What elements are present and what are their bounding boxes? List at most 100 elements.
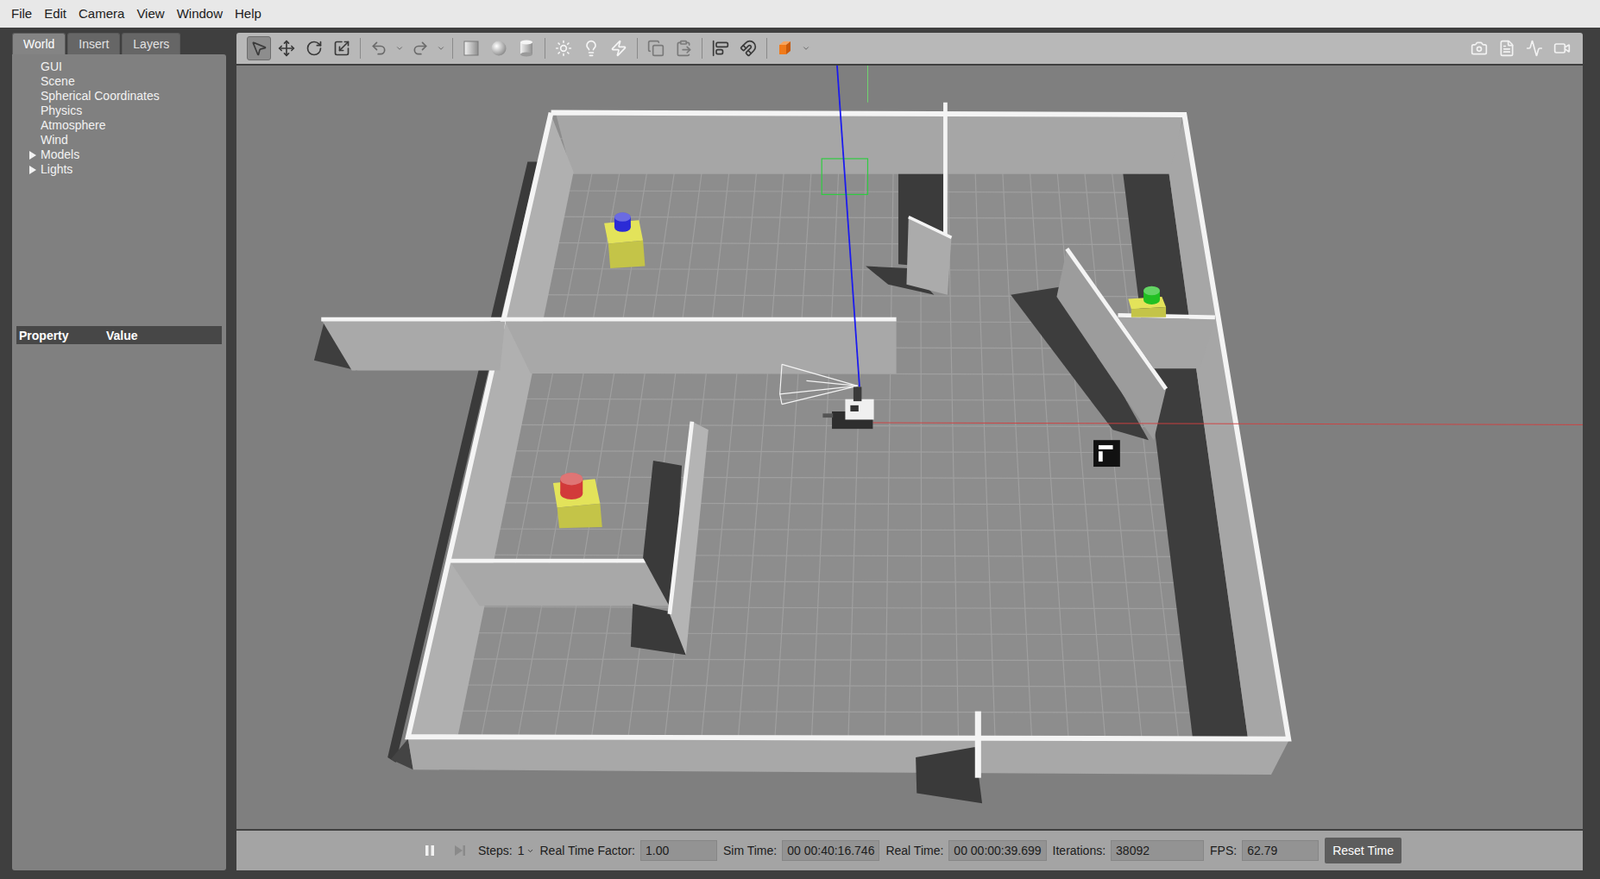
- spot-light-icon: [582, 39, 600, 57]
- snap-button[interactable]: [736, 36, 761, 61]
- menu-item[interactable]: Edit: [37, 0, 73, 27]
- plot-button[interactable]: [1522, 36, 1547, 61]
- reset-time-button[interactable]: Reset Time: [1324, 837, 1402, 864]
- status-label: FPS:: [1209, 844, 1237, 858]
- select-icon: [250, 39, 268, 57]
- status-value: 38092: [1110, 840, 1204, 862]
- cylinder-button[interactable]: [514, 36, 539, 61]
- scale-icon: [333, 39, 351, 57]
- tree-item[interactable]: Spherical Coordinates: [28, 88, 222, 104]
- point-light-button[interactable]: [551, 36, 576, 61]
- camera-icon: [1470, 39, 1488, 57]
- undo-icon: [370, 39, 388, 57]
- status-label: Real Time:: [885, 844, 944, 858]
- copy-button[interactable]: [643, 36, 668, 61]
- rotate-icon: [305, 39, 323, 57]
- status-value: 62.79: [1241, 840, 1319, 862]
- status-value: 00 00:00:39.699: [948, 840, 1046, 862]
- tree-item[interactable]: Wind: [28, 132, 222, 148]
- scene-view[interactable]: [236, 65, 1583, 830]
- aruco-marker[interactable]: [1093, 440, 1121, 467]
- walls[interactable]: [314, 102, 1289, 805]
- step-button[interactable]: [447, 838, 473, 863]
- screenshot-button[interactable]: [1467, 36, 1492, 61]
- align-icon: [711, 39, 730, 57]
- target-object[interactable]: [1127, 286, 1166, 318]
- robot[interactable]: [822, 387, 874, 430]
- cylinder-icon: [516, 38, 536, 58]
- tab-bar: WorldInsertLayers: [12, 32, 227, 55]
- view-angle-menu-button[interactable]: [800, 44, 812, 53]
- record-video-button[interactable]: [1549, 36, 1575, 61]
- tree-item[interactable]: Physics: [28, 103, 222, 119]
- tree-item[interactable]: Models: [28, 147, 222, 163]
- separator: [636, 37, 638, 59]
- scale-tool-button[interactable]: [329, 36, 354, 61]
- status-value: 1.00: [640, 840, 718, 862]
- expand-arrow-icon[interactable]: [29, 151, 37, 160]
- plot-icon: [1525, 39, 1544, 57]
- separator: [359, 37, 361, 59]
- gazebo-window: FileEditCameraViewWindowHelpWorldInsertL…: [0, 0, 1600, 879]
- spot-light-button[interactable]: [579, 36, 604, 61]
- directional-light-button[interactable]: [606, 36, 631, 61]
- menu-item[interactable]: Window: [170, 0, 229, 27]
- expand-arrow-icon[interactable]: [29, 165, 37, 175]
- box-icon: [461, 38, 481, 58]
- view-angle-button[interactable]: [773, 36, 798, 61]
- tab[interactable]: Layers: [121, 32, 181, 55]
- point-light-icon: [554, 39, 573, 57]
- translate-icon: [277, 39, 296, 57]
- side-panel: WorldInsertLayers GUISceneSpherical Coord…: [12, 32, 227, 871]
- menu-item[interactable]: Camera: [72, 0, 131, 27]
- status-label: Sim Time:: [723, 844, 777, 858]
- log-button[interactable]: [1494, 36, 1519, 61]
- menu-item[interactable]: File: [5, 0, 38, 27]
- tree-item[interactable]: GUI: [28, 59, 222, 75]
- rotate-tool-button[interactable]: [302, 36, 327, 61]
- separator: [452, 37, 454, 59]
- steps-spinner[interactable]: 1: [517, 844, 535, 858]
- status-label: Real Time Factor:: [540, 844, 636, 858]
- tree-item[interactable]: Atmosphere: [28, 118, 222, 133]
- tab[interactable]: Insert: [67, 32, 120, 55]
- view-angle-icon: [776, 39, 794, 57]
- step-icon: [453, 844, 467, 858]
- target-object[interactable]: [553, 472, 603, 529]
- target-object[interactable]: [604, 212, 645, 269]
- separator: [701, 37, 703, 59]
- align-button[interactable]: [708, 36, 733, 61]
- menu-bar: FileEditCameraViewWindowHelp: [0, 0, 1600, 28]
- menu-item[interactable]: View: [130, 0, 171, 27]
- redo-button[interactable]: [408, 36, 433, 61]
- tree-item[interactable]: Lights: [28, 162, 222, 177]
- camera-frustum: [780, 364, 858, 404]
- translate-tool-button[interactable]: [274, 36, 299, 61]
- world-tree: GUISceneSpherical CoordinatesPhysicsAtmo…: [16, 59, 222, 327]
- viewport[interactable]: [236, 65, 1583, 830]
- separator: [766, 37, 768, 59]
- sphere-icon: [489, 38, 509, 58]
- column-header: Property: [18, 328, 107, 343]
- column-header: Value: [106, 328, 220, 343]
- tab[interactable]: World: [12, 32, 66, 55]
- paste-icon: [674, 39, 693, 57]
- pause-button[interactable]: [417, 838, 442, 863]
- sphere-button[interactable]: [486, 36, 511, 61]
- redo-history-button[interactable]: [435, 44, 447, 53]
- undo-history-button[interactable]: [394, 44, 405, 53]
- undo-button[interactable]: [366, 36, 391, 61]
- directional-light-icon: [610, 39, 628, 57]
- toolbar: [236, 32, 1583, 64]
- separator: [544, 37, 546, 59]
- select-tool-button[interactable]: [246, 36, 271, 61]
- paste-button[interactable]: [671, 36, 696, 61]
- menu-item[interactable]: Help: [228, 0, 268, 27]
- box-button[interactable]: [459, 36, 484, 61]
- steps-label: Steps:: [478, 844, 513, 858]
- z-axis-line: [837, 65, 860, 388]
- property-table-header: PropertyValue: [16, 326, 222, 345]
- pause-icon: [422, 844, 437, 858]
- chevron-down-icon: [526, 847, 535, 856]
- tree-item[interactable]: Scene: [28, 74, 222, 89]
